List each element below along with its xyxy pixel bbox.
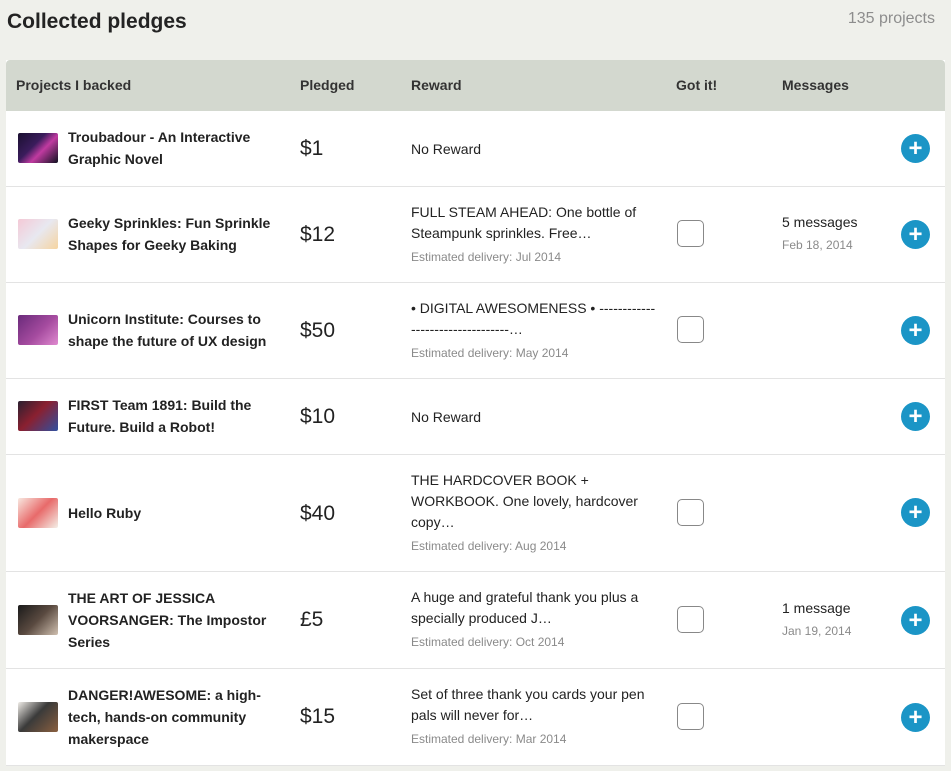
page-title: Collected pledges xyxy=(7,10,187,33)
got-it-checkbox[interactable] xyxy=(677,606,704,633)
project-count: 135 projects xyxy=(847,10,935,27)
reward-text: THE HARDCOVER BOOK + WORKBOOK. One lovel… xyxy=(411,472,638,530)
add-icon[interactable]: + xyxy=(901,134,930,163)
table-row: Geeky Sprinkles: Fun Sprinkle Shapes for… xyxy=(6,187,945,283)
table-row: Troubadour - An Interactive Graphic Nove… xyxy=(6,111,945,187)
got-it-checkbox[interactable] xyxy=(677,316,704,343)
table-row: DANGER!AWESOME: a high-tech, hands-on co… xyxy=(6,669,945,766)
table-row: THE ART OF JESSICA VOORSANGER: The Impos… xyxy=(6,572,945,669)
project-thumbnail[interactable] xyxy=(18,605,58,635)
pledge-amount: $40 xyxy=(300,502,336,525)
messages-info[interactable]: 1 message Jan 19, 2014 xyxy=(782,600,851,638)
reward-info: No Reward xyxy=(411,139,659,160)
pledge-amount: £5 xyxy=(300,608,324,631)
reward-info: FULL STEAM AHEAD: One bottle of Steampun… xyxy=(411,202,659,264)
project-name[interactable]: Unicorn Institute: Courses to shape the … xyxy=(68,308,278,352)
table-row: FIRST Team 1891: Build the Future. Build… xyxy=(6,379,945,455)
reward-text: No Reward xyxy=(411,409,482,425)
pledge-amount: $1 xyxy=(300,137,324,160)
reward-text: Set of three thank you cards your pen pa… xyxy=(411,686,645,723)
project-thumbnail[interactable] xyxy=(18,219,58,249)
got-it-checkbox[interactable] xyxy=(677,703,704,730)
column-header-messages: Messages xyxy=(782,77,849,93)
reward-text: • DIGITAL AWESOMENESS • ----------------… xyxy=(411,300,656,337)
table-row: Hello Ruby $40 THE HARDCOVER BOOK + WORK… xyxy=(6,455,945,572)
column-header-got-it: Got it! xyxy=(676,77,718,93)
column-header-reward: Reward xyxy=(411,77,462,93)
table-row: Unicorn Institute: Courses to shape the … xyxy=(6,283,945,379)
got-it-checkbox[interactable] xyxy=(677,220,704,247)
reward-info: A huge and grateful thank you plus a spe… xyxy=(411,587,659,649)
project-thumbnail[interactable] xyxy=(18,133,58,163)
project-thumbnail[interactable] xyxy=(18,315,58,345)
project-name[interactable]: THE ART OF JESSICA VOORSANGER: The Impos… xyxy=(68,587,278,653)
project-name[interactable]: DANGER!AWESOME: a high-tech, hands-on co… xyxy=(68,684,278,750)
message-count[interactable]: 1 message xyxy=(782,600,851,616)
pledge-amount: $10 xyxy=(300,405,336,428)
project-thumbnail[interactable] xyxy=(18,498,58,528)
add-icon[interactable]: + xyxy=(901,498,930,527)
message-count[interactable]: 5 messages xyxy=(782,214,857,230)
estimated-delivery: Estimated delivery: Oct 2014 xyxy=(411,635,565,649)
add-icon[interactable]: + xyxy=(901,316,930,345)
reward-text: A huge and grateful thank you plus a spe… xyxy=(411,589,639,626)
reward-info: • DIGITAL AWESOMENESS • ----------------… xyxy=(411,298,659,360)
estimated-delivery: Estimated delivery: Jul 2014 xyxy=(411,250,562,264)
add-icon[interactable]: + xyxy=(901,220,930,249)
add-icon[interactable]: + xyxy=(901,703,930,732)
message-date: Jan 19, 2014 xyxy=(782,624,852,638)
message-date: Feb 18, 2014 xyxy=(782,238,853,252)
column-header-project: Projects I backed xyxy=(16,77,132,93)
pledges-table: Projects I backed Pledged Reward Got it!… xyxy=(6,60,945,766)
estimated-delivery: Estimated delivery: Aug 2014 xyxy=(411,539,567,553)
pledge-amount: $12 xyxy=(300,223,336,246)
column-header-pledged: Pledged xyxy=(300,77,355,93)
reward-info: THE HARDCOVER BOOK + WORKBOOK. One lovel… xyxy=(411,470,651,553)
project-name[interactable]: Troubadour - An Interactive Graphic Nove… xyxy=(68,126,278,170)
estimated-delivery: Estimated delivery: May 2014 xyxy=(411,346,569,360)
reward-info: Set of three thank you cards your pen pa… xyxy=(411,684,659,746)
table-header: Projects I backed Pledged Reward Got it!… xyxy=(6,60,945,111)
pledge-amount: $15 xyxy=(300,705,336,728)
reward-info: No Reward xyxy=(411,407,659,428)
add-icon[interactable]: + xyxy=(901,402,930,431)
estimated-delivery: Estimated delivery: Mar 2014 xyxy=(411,732,567,746)
project-thumbnail[interactable] xyxy=(18,702,58,732)
got-it-checkbox[interactable] xyxy=(677,499,704,526)
messages-info[interactable]: 5 messages Feb 18, 2014 xyxy=(782,214,857,252)
reward-text: No Reward xyxy=(411,141,482,157)
reward-text: FULL STEAM AHEAD: One bottle of Steampun… xyxy=(411,204,637,241)
project-name[interactable]: Hello Ruby xyxy=(68,502,278,524)
add-icon[interactable]: + xyxy=(901,606,930,635)
project-name[interactable]: FIRST Team 1891: Build the Future. Build… xyxy=(68,394,278,438)
project-thumbnail[interactable] xyxy=(18,401,58,431)
project-name[interactable]: Geeky Sprinkles: Fun Sprinkle Shapes for… xyxy=(68,212,278,256)
pledge-amount: $50 xyxy=(300,319,336,342)
